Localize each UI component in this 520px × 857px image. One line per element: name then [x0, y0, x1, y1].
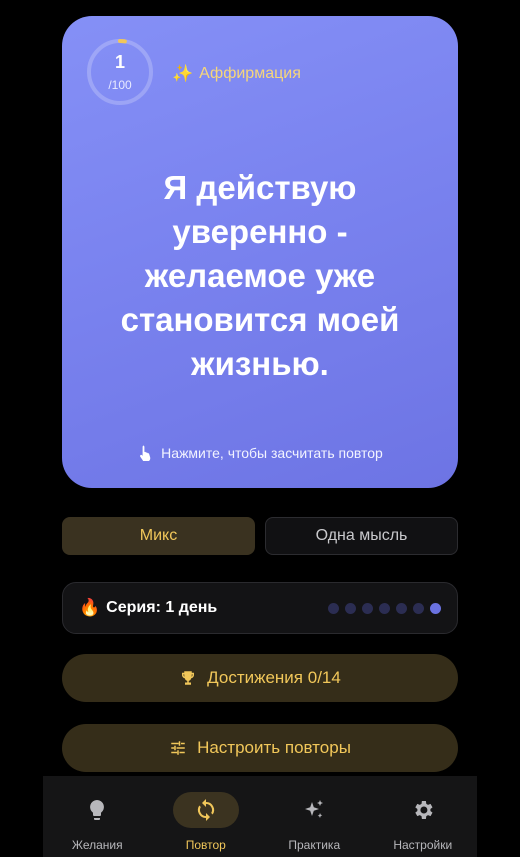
- repeat-counter: 1 /100: [86, 38, 154, 106]
- streak-dot: [328, 602, 339, 614]
- streak-dot: [430, 602, 441, 614]
- tap-hint-text: Нажмите, чтобы засчитать повтор: [161, 445, 383, 461]
- affirmation-card[interactable]: 1 /100 ✨ Аффирмация Я действую уверенно …: [62, 16, 458, 488]
- configure-repeats-label: Настроить повторы: [197, 738, 351, 757]
- streak-label: Серия: 1 день: [106, 599, 218, 616]
- trophy-icon: [182, 671, 195, 685]
- nav-item-wishes[interactable]: Желания: [43, 776, 152, 857]
- nav-item-practice[interactable]: Практика: [260, 776, 369, 857]
- fire-icon: 🔥: [79, 598, 101, 617]
- mode-mix-button[interactable]: Микс: [62, 517, 255, 555]
- affirmation-label-text: Аффирмация: [199, 65, 301, 82]
- configure-repeats-button[interactable]: Настроить повторы: [62, 724, 458, 772]
- bottom-navigation: Желания Повтор Практика Настройки: [43, 776, 477, 857]
- nav-label-wishes: Желания: [71, 838, 123, 852]
- streak-dot: [362, 602, 373, 614]
- counter-total: /100: [108, 78, 132, 92]
- affirmation-label: ✨ Аффирмация: [172, 64, 301, 84]
- lightbulb-icon: [90, 800, 105, 820]
- repeat-icon: [197, 799, 214, 821]
- streak-dot: [396, 602, 407, 614]
- sliders-icon: [171, 741, 185, 755]
- nav-label-practice: Практика: [288, 838, 341, 852]
- streak-dot: [413, 602, 424, 614]
- streak-dot: [379, 602, 390, 614]
- achievements-button[interactable]: Достижения 0/14: [62, 654, 458, 702]
- tap-hint: Нажмите, чтобы засчитать повтор: [62, 444, 458, 462]
- achievements-label: Достижения 0/14: [207, 668, 341, 687]
- sparkle-icon: [305, 800, 324, 818]
- nav-item-settings[interactable]: Настройки: [369, 776, 478, 857]
- streak-panel: 🔥 Серия: 1 день: [62, 582, 458, 634]
- mode-one-thought-button[interactable]: Одна мысль: [265, 517, 458, 555]
- nav-label-repeat: Повтор: [185, 838, 226, 852]
- sparkles-icon: ✨: [172, 64, 194, 83]
- nav-label-settings: Настройки: [393, 838, 453, 852]
- streak-dots: [328, 602, 441, 614]
- tap-hand-icon: [140, 445, 151, 461]
- gear-icon: [415, 801, 433, 819]
- nav-item-repeat[interactable]: Повтор: [152, 776, 261, 857]
- streak-dot: [345, 602, 356, 614]
- counter-value: 1: [114, 52, 125, 72]
- affirmation-text: Я действую уверенно - желаемое уже стано…: [120, 169, 400, 382]
